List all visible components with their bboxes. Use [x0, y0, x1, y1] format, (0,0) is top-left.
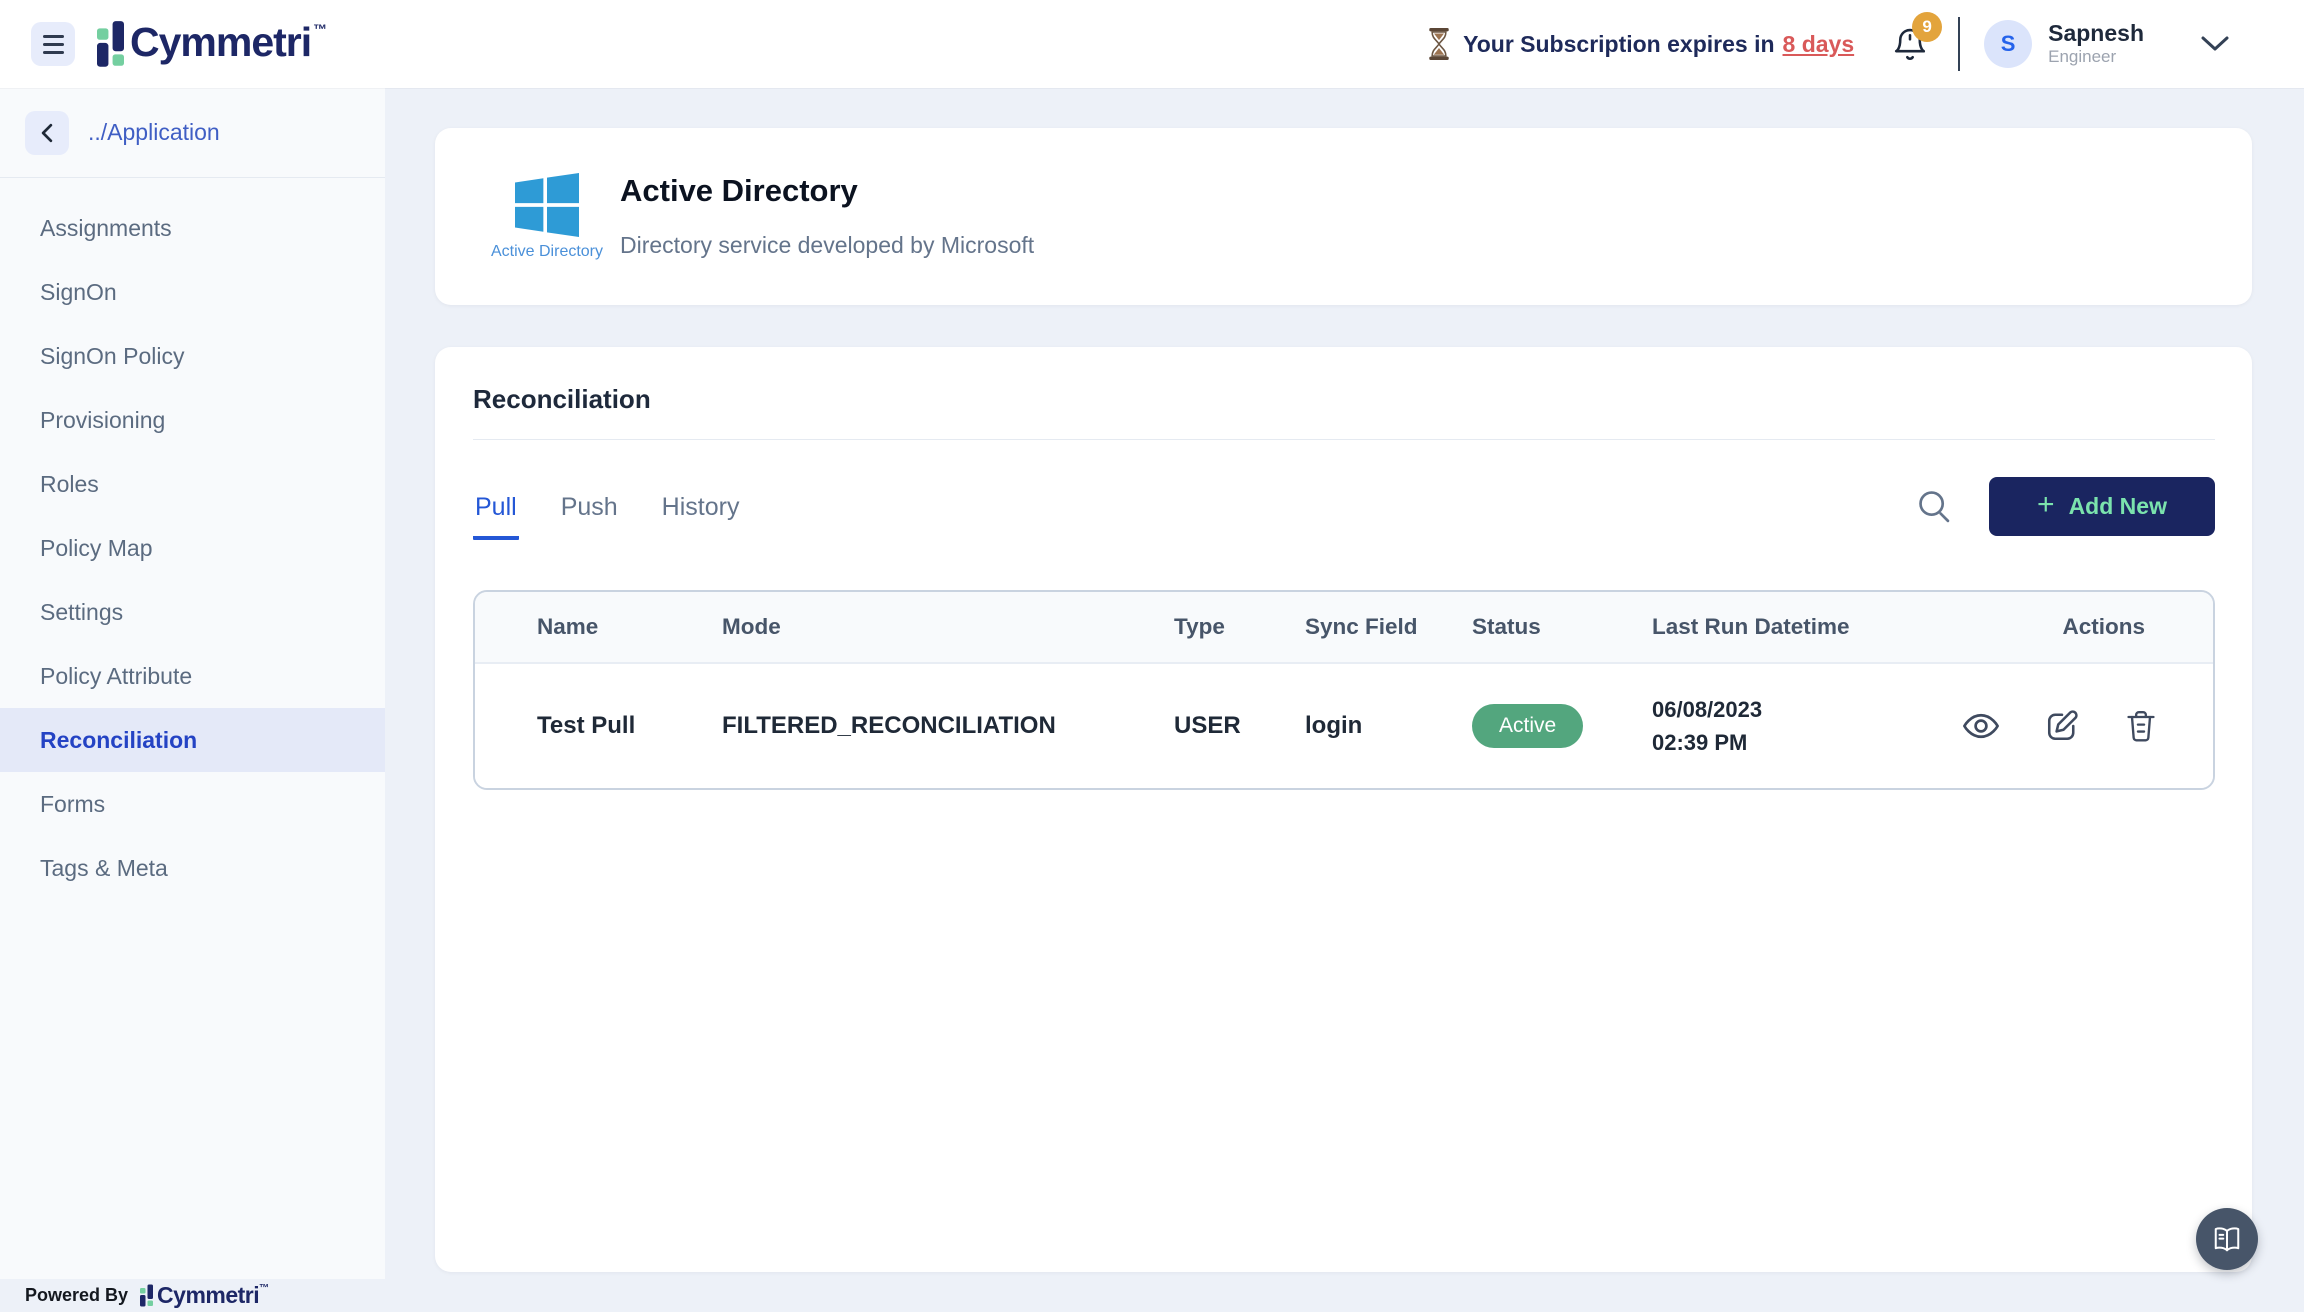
table-header-row: Name Mode Type Sync Field Status Last Ru… — [475, 592, 2213, 664]
sidebar-item-forms[interactable]: Forms — [0, 772, 385, 836]
reconciliation-card: Reconciliation Pull Push History + Add N… — [435, 347, 2252, 1272]
sidebar-item-tags-meta[interactable]: Tags & Meta — [0, 836, 385, 900]
back-chevron-icon — [38, 123, 56, 143]
sidebar-item-roles[interactable]: Roles — [0, 452, 385, 516]
cell-status: Active — [1472, 704, 1652, 748]
sidebar-item-signon[interactable]: SignOn — [0, 260, 385, 324]
powered-by-bar: Powered By Cymmetri ™ — [0, 1279, 2304, 1312]
tab-push[interactable]: Push — [559, 473, 620, 540]
user-avatar[interactable]: S — [1984, 20, 2032, 68]
section-divider — [473, 439, 2215, 440]
column-header-last-run: Last Run Datetime — [1652, 614, 1962, 640]
hamburger-menu-button[interactable] — [31, 22, 75, 66]
powered-by-label: Powered By — [25, 1285, 128, 1306]
cymmetri-mark-icon — [97, 21, 124, 69]
trash-icon — [2124, 708, 2158, 744]
header-divider — [1958, 17, 1960, 71]
page-title: Active Directory — [620, 174, 1034, 208]
sidebar-item-policy-attribute[interactable]: Policy Attribute — [0, 644, 385, 708]
application-logo-block: Active Directory — [488, 173, 606, 261]
table-row: Test Pull FILTERED_RECONCILIATION USER l… — [475, 664, 2213, 788]
column-header-sync-field: Sync Field — [1305, 614, 1472, 640]
plus-icon: + — [2037, 490, 2055, 520]
cell-sync-field: login — [1305, 712, 1472, 740]
hamburger-menu-icon — [43, 35, 64, 38]
documentation-fab-button[interactable] — [2196, 1208, 2258, 1270]
back-button[interactable] — [25, 111, 69, 155]
chevron-down-icon[interactable] — [2200, 35, 2230, 53]
notification-count-badge: 9 — [1912, 12, 1942, 42]
application-logo-label: Active Directory — [491, 243, 603, 261]
search-button[interactable] — [1915, 487, 1953, 525]
tab-bar: Pull Push History + Add New — [473, 466, 2215, 546]
column-header-actions: Actions — [1962, 614, 2145, 640]
user-name: Sapnesh — [2048, 20, 2144, 46]
column-header-mode: Mode — [722, 614, 1174, 640]
cymmetri-mark-icon — [140, 1284, 153, 1308]
sidebar-item-signon-policy[interactable]: SignOn Policy — [0, 324, 385, 388]
section-heading: Reconciliation — [473, 383, 2215, 415]
sidebar-item-settings[interactable]: Settings — [0, 580, 385, 644]
sidebar-item-assignments[interactable]: Assignments — [0, 196, 385, 260]
add-new-button[interactable]: + Add New — [1989, 477, 2215, 536]
windows-logo-icon — [513, 173, 581, 237]
sidebar-item-reconciliation[interactable]: Reconciliation — [0, 708, 385, 772]
application-header-card: Active Directory Active Directory Direct… — [435, 128, 2252, 305]
sidebar-header: ../Application — [0, 88, 385, 178]
status-badge: Active — [1472, 704, 1583, 748]
app-logo: Cymmetri ™ — [97, 19, 327, 69]
subscription-days-link[interactable]: 8 days — [1783, 31, 1855, 58]
hourglass-icon — [1427, 28, 1451, 60]
notifications-button[interactable]: 9 — [1892, 24, 1928, 64]
column-header-name: Name — [537, 614, 722, 640]
cell-name: Test Pull — [537, 712, 722, 740]
eye-icon — [1962, 710, 2000, 742]
reconciliation-table: Name Mode Type Sync Field Status Last Ru… — [473, 590, 2215, 790]
view-button[interactable] — [1962, 710, 2000, 742]
tab-history[interactable]: History — [660, 473, 742, 540]
trademark-symbol: ™ — [313, 21, 327, 37]
edit-button[interactable] — [2044, 708, 2080, 744]
user-role: Engineer — [2048, 46, 2144, 68]
edit-icon — [2044, 708, 2080, 744]
delete-button[interactable] — [2124, 708, 2158, 744]
book-icon — [2211, 1224, 2243, 1254]
sidebar: ../Application Assignments SignOn SignOn… — [0, 88, 385, 1279]
user-menu[interactable]: Sapnesh Engineer — [2048, 20, 2144, 68]
tab-pull[interactable]: Pull — [473, 473, 519, 540]
sidebar-item-policy-map[interactable]: Policy Map — [0, 516, 385, 580]
cell-mode: FILTERED_RECONCILIATION — [722, 712, 1174, 740]
sidebar-item-provisioning[interactable]: Provisioning — [0, 388, 385, 452]
cell-last-run-datetime: 06/08/2023 02:39 PM — [1652, 693, 1962, 759]
search-icon — [1915, 487, 1953, 525]
cell-actions — [1962, 708, 2158, 744]
page-subtitle: Directory service developed by Microsoft — [620, 232, 1034, 259]
breadcrumb[interactable]: ../Application — [88, 119, 220, 146]
main-content: Active Directory Active Directory Direct… — [385, 88, 2304, 1312]
brand-wordmark: Cymmetri — [130, 19, 311, 65]
cell-type: USER — [1174, 712, 1305, 740]
sidebar-nav: Assignments SignOn SignOn Policy Provisi… — [0, 178, 385, 900]
top-header: Cymmetri ™ Your Subscription expires in … — [0, 0, 2304, 88]
column-header-status: Status — [1472, 614, 1652, 640]
column-header-type: Type — [1174, 614, 1305, 640]
footer-logo: Cymmetri ™ — [140, 1283, 269, 1308]
subscription-expiry-text: Your Subscription expires in — [1463, 31, 1774, 58]
